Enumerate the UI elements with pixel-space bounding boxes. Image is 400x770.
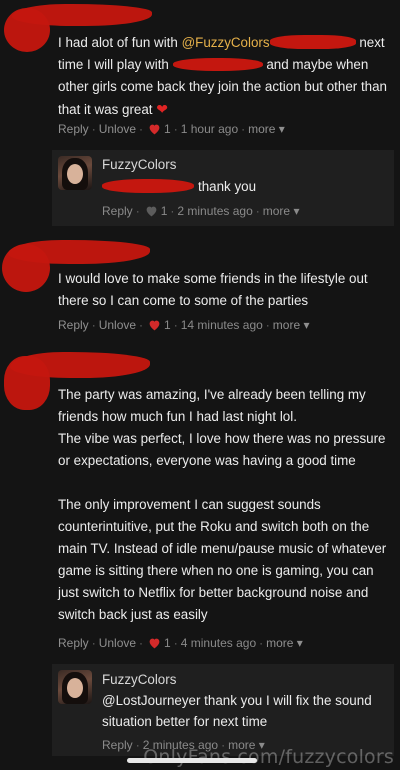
comment-text: The party was amazing, I've already been…	[58, 384, 393, 626]
reply-author[interactable]: FuzzyColors	[102, 672, 176, 687]
comment-meta: Reply · Unlove · 1 · 4 minutes ago · more ▾	[58, 636, 303, 650]
heart-icon[interactable]	[148, 123, 161, 135]
heart-icon[interactable]	[148, 319, 161, 331]
more-menu[interactable]: more ▾	[263, 204, 300, 218]
more-menu[interactable]: more ▾	[273, 318, 310, 332]
unlove-link[interactable]: Unlove	[99, 122, 136, 136]
redacted-username	[12, 4, 152, 26]
watermark: OnlyFans.com/fuzzycolors	[143, 746, 394, 768]
unlove-link[interactable]: Unlove	[99, 318, 136, 332]
reply-link[interactable]: Reply	[102, 738, 133, 752]
reply-author[interactable]: FuzzyColors	[102, 157, 176, 172]
avatar[interactable]	[58, 156, 92, 190]
timestamp: 1 hour ago	[180, 122, 239, 136]
paragraph-2: The vibe was perfect, I love how there w…	[58, 431, 386, 468]
reply-link[interactable]: Reply	[58, 318, 89, 332]
reply-text: @LostJourneyer thank you I will fix the …	[102, 693, 372, 729]
reply-text: thank you	[102, 176, 387, 197]
reply-meta: Reply · 1 · 2 minutes ago · more ▾	[102, 204, 300, 218]
like-count: 1	[164, 636, 171, 650]
comment-meta: Reply · Unlove · 1 · 14 minutes ago · more ▾	[58, 318, 310, 332]
comment-text: I had alot of fun with @FuzzyColors next…	[58, 35, 388, 117]
heart-emoji: ❤	[156, 101, 168, 117]
comment-3: The party was amazing, I've already been…	[0, 350, 400, 760]
paragraph-1: The party was amazing, I've already been…	[58, 387, 366, 424]
heart-icon[interactable]	[145, 205, 158, 217]
like-count: 1	[164, 122, 171, 136]
reply-box: FuzzyColors @LostJourneyer thank you I w…	[52, 664, 394, 756]
more-menu[interactable]: more ▾	[248, 122, 285, 136]
home-indicator[interactable]	[127, 758, 257, 763]
heart-icon[interactable]	[148, 637, 161, 649]
reply-box: FuzzyColors thank you Reply · 1 · 2 minutes …	[52, 150, 394, 226]
comment-1: I had alot of fun with @FuzzyColors next…	[0, 0, 400, 235]
comment-meta: Reply · Unlove · 1 · 1 hour ago · more ▾	[58, 122, 285, 136]
more-menu[interactable]: more ▾	[266, 636, 303, 650]
reply-link[interactable]: Reply	[58, 122, 89, 136]
like-count: 1	[164, 318, 171, 332]
timestamp: 2 minutes ago	[177, 204, 253, 218]
timestamp: 14 minutes ago	[180, 318, 263, 332]
mention-link[interactable]: @FuzzyColors	[182, 35, 270, 50]
paragraph-3: The only improvement I can suggest sound…	[58, 497, 387, 622]
like-count: 1	[160, 204, 168, 218]
comment-2: I would love to make some friends in the…	[0, 238, 400, 338]
comment-text: I would love to make some friends in the…	[58, 271, 368, 308]
redacted-username	[10, 352, 150, 378]
redacted-username	[8, 240, 150, 264]
timestamp: 4 minutes ago	[180, 636, 257, 650]
reply-link[interactable]: Reply	[58, 636, 89, 650]
reply-link[interactable]: Reply	[102, 204, 133, 218]
unlove-link[interactable]: Unlove	[99, 636, 136, 650]
avatar[interactable]	[58, 670, 92, 704]
